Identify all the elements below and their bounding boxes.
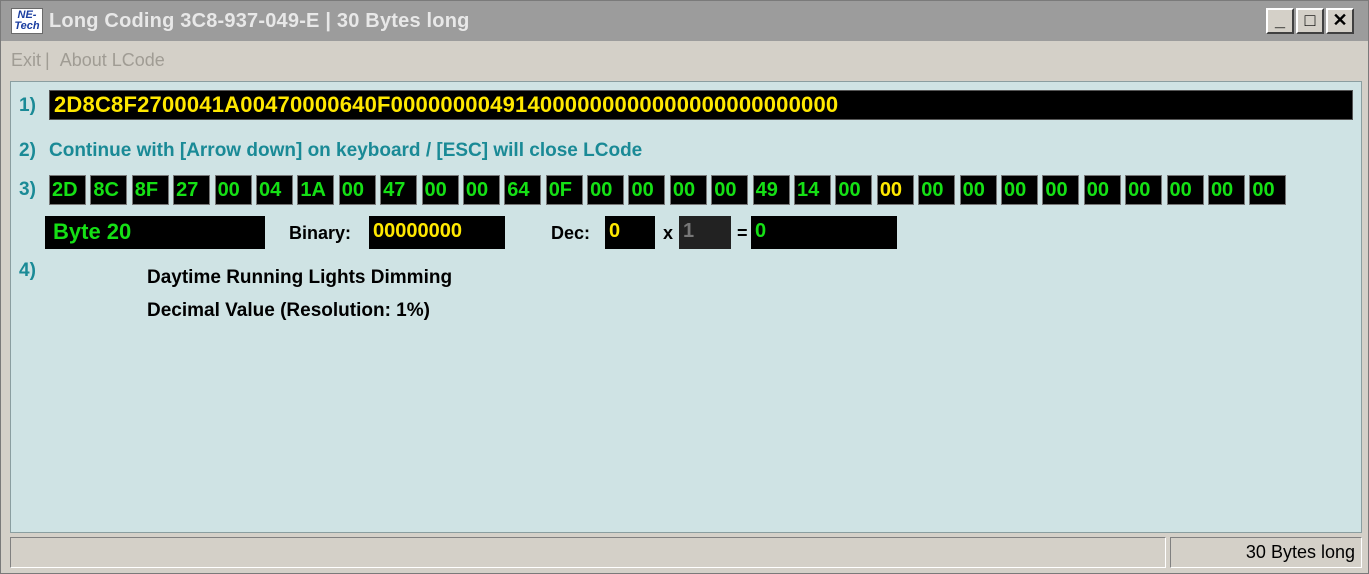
- status-bar: 30 Bytes long: [10, 537, 1362, 568]
- byte-cell[interactable]: 27: [173, 175, 211, 205]
- byte-cell[interactable]: 2D: [49, 175, 86, 205]
- byte-cell[interactable]: 00: [711, 175, 749, 205]
- menu-separator: |: [45, 49, 50, 70]
- byte-cell[interactable]: 00: [462, 175, 500, 205]
- menu-bar: Exit | About LCode: [1, 41, 1368, 79]
- main-panel: 1) 2D8C8F2700041A00470000640F00000000491…: [10, 81, 1362, 533]
- status-panel-left: [10, 537, 1166, 568]
- byte-cell[interactable]: 00: [1083, 175, 1121, 205]
- byte-cell[interactable]: 00: [628, 175, 666, 205]
- multiply-sign: x: [663, 223, 674, 243]
- equals-sign: =: [737, 223, 748, 243]
- byte-cell[interactable]: 00: [1125, 175, 1163, 205]
- byte-cell[interactable]: 64: [504, 175, 542, 205]
- byte-cell[interactable]: 00: [1000, 175, 1038, 205]
- function-name: Daytime Running Lights Dimming: [147, 267, 453, 288]
- byte-cells-row: 2D 8C 8F 27 00 04 1A 00 47 00 00 64 0F 00 00 00 00 49 14 00…: [49, 175, 1291, 205]
- minimize-button[interactable]: _: [1266, 8, 1294, 34]
- coding-string-field[interactable]: 2D8C8F2700041A00470000640F00000000491400…: [49, 90, 1353, 120]
- dec-label: Dec:: [551, 223, 591, 243]
- byte-cell[interactable]: 00: [1042, 175, 1080, 205]
- byte-cell[interactable]: 8F: [131, 175, 169, 205]
- step-3-number: 3): [19, 179, 36, 200]
- title-bar[interactable]: NE- Tech Long Coding 3C8-937-049-E | 30 B…: [1, 1, 1368, 41]
- step-4-number: 4): [19, 260, 36, 281]
- byte-cell[interactable]: 00: [669, 175, 707, 205]
- byte-cell[interactable]: 14: [794, 175, 832, 205]
- byte-cell[interactable]: 00: [959, 175, 997, 205]
- byte-cell[interactable]: 0F: [545, 175, 583, 205]
- selected-byte-label: Byte 20: [45, 216, 265, 249]
- byte-cell[interactable]: 00: [1207, 175, 1245, 205]
- byte-cell[interactable]: 8C: [90, 175, 128, 205]
- byte-cell[interactable]: 47: [380, 175, 418, 205]
- step-1-number: 1): [19, 95, 36, 116]
- window-title: Long Coding 3C8-937-049-E | 30 Bytes lon…: [49, 9, 470, 32]
- menu-item-about[interactable]: About LCode: [60, 50, 165, 71]
- close-button[interactable]: ✕: [1326, 8, 1354, 34]
- result-field: 0: [751, 216, 897, 249]
- multiplier-field: 1: [679, 216, 731, 249]
- byte-cell[interactable]: 49: [752, 175, 790, 205]
- window-controls: _ □ ✕: [1264, 8, 1354, 34]
- byte-cell[interactable]: 00: [587, 175, 625, 205]
- maximize-button[interactable]: □: [1296, 8, 1324, 34]
- byte-cell[interactable]: 00: [338, 175, 376, 205]
- binary-value-field[interactable]: 00000000: [369, 216, 505, 249]
- status-panel-right: 30 Bytes long: [1170, 537, 1362, 568]
- byte-cell[interactable]: 00: [835, 175, 873, 205]
- app-logo-icon: NE- Tech: [11, 8, 43, 34]
- application-window: NE- Tech Long Coding 3C8-937-049-E | 30 B…: [0, 0, 1369, 574]
- byte-cell[interactable]: 00: [918, 175, 956, 205]
- dec-value-field[interactable]: 0: [605, 216, 655, 249]
- byte-cell[interactable]: 00: [421, 175, 459, 205]
- byte-cell[interactable]: 00: [1166, 175, 1204, 205]
- byte-cell[interactable]: 00: [876, 175, 914, 205]
- byte-cell[interactable]: 04: [255, 175, 293, 205]
- binary-label: Binary:: [289, 223, 352, 243]
- byte-cell[interactable]: 00: [1249, 175, 1287, 205]
- step-2-number: 2): [19, 140, 36, 161]
- function-detail: Decimal Value (Resolution: 1%): [147, 300, 430, 321]
- byte-cell[interactable]: 1A: [297, 175, 335, 205]
- byte-cell[interactable]: 00: [214, 175, 252, 205]
- menu-item-exit[interactable]: Exit: [11, 50, 41, 71]
- instruction-text: Continue with [Arrow down] on keyboard /…: [49, 140, 643, 161]
